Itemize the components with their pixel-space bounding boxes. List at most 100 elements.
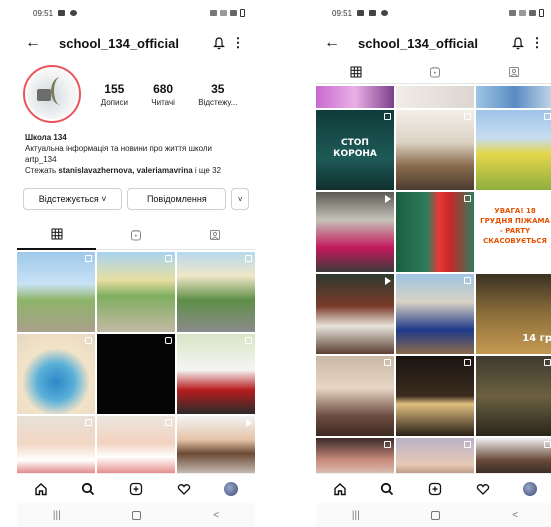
stat-followers-label: Читачі bbox=[151, 97, 175, 107]
post-thumbnail[interactable] bbox=[17, 334, 95, 414]
add-icon[interactable] bbox=[428, 482, 442, 496]
followed-names: stanislavazhernova, valeriamavrina bbox=[58, 166, 193, 175]
carousel-icon bbox=[544, 359, 551, 366]
status-bar: 09:51 bbox=[17, 0, 255, 26]
tab-tagged[interactable] bbox=[175, 220, 255, 250]
post-thumbnail[interactable] bbox=[476, 356, 551, 436]
tab-tagged[interactable] bbox=[474, 60, 551, 84]
profile-icon[interactable] bbox=[224, 481, 239, 496]
post-thumbnail[interactable] bbox=[396, 110, 474, 190]
home-icon[interactable] bbox=[34, 482, 48, 496]
battery-icon bbox=[539, 9, 544, 17]
more-options-icon[interactable]: ⋮ bbox=[528, 35, 546, 51]
followed-suffix: і ще 32 bbox=[192, 166, 221, 175]
post-thumbnail[interactable] bbox=[316, 274, 394, 354]
notification-bell-icon[interactable] bbox=[209, 36, 229, 50]
tab-reels[interactable] bbox=[395, 60, 475, 84]
carousel-icon bbox=[384, 359, 391, 366]
alarm-icon bbox=[509, 10, 516, 16]
system-nav: ||| < bbox=[316, 503, 551, 527]
heart-icon[interactable] bbox=[177, 482, 191, 496]
post-thumbnail[interactable] bbox=[316, 86, 394, 108]
post-thumbnail[interactable] bbox=[97, 252, 175, 332]
grid-icon bbox=[350, 66, 362, 77]
post-thumbnail[interactable] bbox=[396, 86, 474, 108]
profile-avatar[interactable] bbox=[23, 65, 81, 123]
stat-posts[interactable]: 155 Дописи bbox=[101, 82, 128, 107]
post-thumbnail[interactable] bbox=[396, 192, 474, 272]
post-thumbnail[interactable] bbox=[97, 334, 175, 414]
message-button[interactable]: Повідомлення bbox=[127, 188, 227, 210]
post-thumbnail[interactable] bbox=[316, 192, 394, 272]
carousel-icon bbox=[544, 441, 551, 448]
status-bar: 09:51 bbox=[316, 0, 551, 26]
carousel-icon bbox=[464, 359, 471, 366]
posts-grid bbox=[17, 252, 255, 484]
video-icon bbox=[385, 195, 391, 203]
post-thumbnail[interactable]: 14 гр bbox=[476, 274, 551, 354]
home-button[interactable] bbox=[132, 510, 142, 520]
carousel-icon bbox=[245, 337, 252, 344]
post-thumbnail[interactable] bbox=[177, 334, 255, 414]
suggested-accounts-button[interactable]: ˅ bbox=[231, 188, 249, 210]
status-time: 09:51 bbox=[33, 8, 54, 18]
tagged-icon bbox=[509, 66, 520, 77]
stat-followers[interactable]: 680 Читачі bbox=[151, 82, 175, 107]
carousel-icon bbox=[464, 277, 471, 284]
home-icon[interactable] bbox=[333, 482, 347, 496]
post-thumbnail[interactable] bbox=[476, 86, 551, 108]
system-back-button[interactable]: < bbox=[512, 510, 518, 521]
add-icon[interactable] bbox=[129, 482, 143, 496]
post-thumbnail[interactable]: УВАГА! 18 ГРУДНЯ ПІЖАМА - PARTY СКАСОВУЄ… bbox=[476, 192, 551, 272]
posts-grid: СТОП КОРОНА УВАГА! 18 ГРУДНЯ ПІЖАМА - PA… bbox=[316, 86, 551, 482]
app-bar: ← school_134_official ⋮ bbox=[17, 26, 255, 60]
tab-grid[interactable] bbox=[316, 60, 396, 84]
post-thumbnail[interactable] bbox=[396, 356, 474, 436]
reels-icon bbox=[130, 229, 141, 240]
post-thumbnail[interactable] bbox=[396, 274, 474, 354]
school-logo bbox=[27, 69, 77, 119]
post-thumbnail[interactable] bbox=[177, 252, 255, 332]
notification-bell-icon[interactable] bbox=[508, 36, 528, 50]
profile-icon[interactable] bbox=[523, 481, 538, 496]
post-thumbnail[interactable] bbox=[476, 110, 551, 190]
gallery-icon bbox=[58, 10, 66, 16]
profile-tabs bbox=[316, 60, 551, 84]
system-nav: ||| < bbox=[17, 503, 255, 527]
stat-following[interactable]: 35 Відстежу... bbox=[198, 82, 237, 107]
carousel-icon bbox=[245, 255, 252, 262]
home-button[interactable] bbox=[431, 510, 441, 520]
tab-grid[interactable] bbox=[17, 220, 97, 250]
recents-button[interactable]: ||| bbox=[53, 510, 61, 521]
post-partial-text: 14 гр bbox=[522, 333, 551, 344]
post-thumbnail[interactable] bbox=[316, 356, 394, 436]
reel-icon bbox=[85, 337, 92, 344]
stat-followers-value: 680 bbox=[153, 81, 174, 96]
system-back-button[interactable]: < bbox=[213, 510, 219, 521]
carousel-icon bbox=[384, 441, 391, 448]
gallery-icon bbox=[369, 10, 377, 16]
profile-screen-right: 09:51 ← school_134_official ⋮ СТОП КОРОН… bbox=[316, 0, 551, 527]
wifi-icon bbox=[220, 10, 227, 16]
profile-bio: Школа 134 Актуальна інформація та новини… bbox=[17, 128, 255, 176]
followed-by[interactable]: Стежать stanislavazhernova, valeriamavri… bbox=[25, 165, 247, 176]
profile-username: school_134_official bbox=[59, 35, 179, 51]
stat-following-value: 35 bbox=[211, 81, 225, 96]
search-icon[interactable] bbox=[81, 482, 95, 496]
post-thumbnail[interactable] bbox=[17, 252, 95, 332]
back-arrow-icon[interactable]: ← bbox=[25, 34, 47, 52]
recents-button[interactable]: ||| bbox=[352, 510, 360, 521]
more-options-icon[interactable]: ⋮ bbox=[229, 35, 247, 51]
back-arrow-icon[interactable]: ← bbox=[324, 34, 346, 52]
post-thumbnail[interactable]: СТОП КОРОНА bbox=[316, 110, 394, 190]
search-icon[interactable] bbox=[380, 482, 394, 496]
stat-posts-value: 155 bbox=[104, 81, 125, 96]
followed-prefix: Стежать bbox=[25, 166, 59, 175]
tab-reels[interactable] bbox=[96, 220, 176, 250]
signal-icon bbox=[230, 10, 237, 16]
profile-name: Школа 134 bbox=[25, 133, 67, 142]
following-button[interactable]: Відстежується ˅ bbox=[23, 188, 123, 210]
profile-tabs bbox=[17, 220, 255, 250]
pajama-party-notice: УВАГА! 18 ГРУДНЯ ПІЖАМА - PARTY СКАСОВУЄ… bbox=[480, 207, 550, 245]
heart-icon[interactable] bbox=[476, 482, 490, 496]
